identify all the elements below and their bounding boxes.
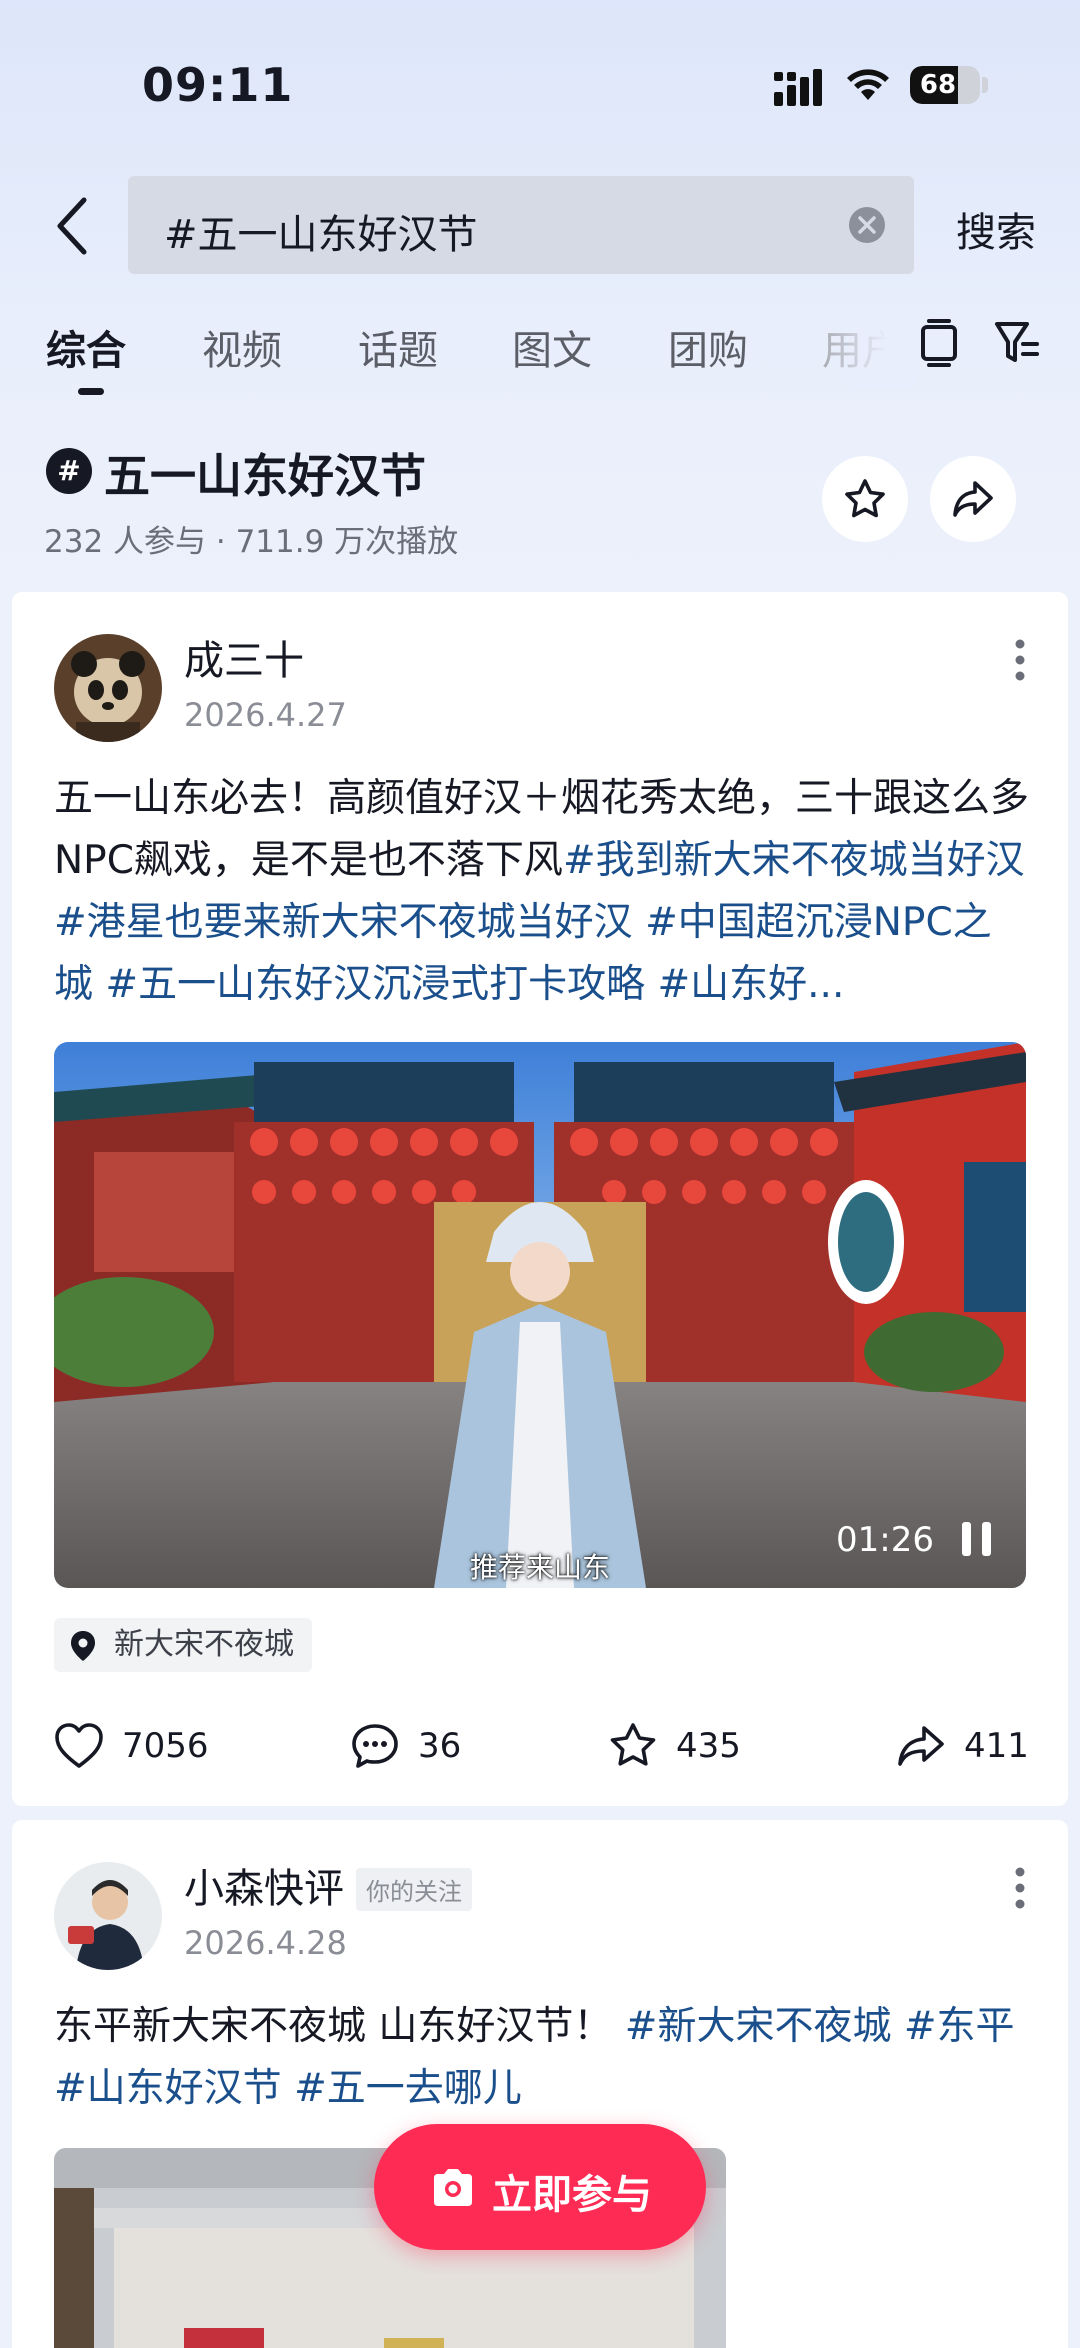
comment-icon [352, 1724, 398, 1768]
join-now-label: 立即参与 [492, 2172, 652, 2218]
back-arrow-icon[interactable] [48, 192, 98, 260]
topic-title: 五一山东好汉节 [104, 449, 426, 503]
layout-toggle-icon[interactable] [916, 318, 962, 368]
search-button[interactable]: 搜索 [956, 200, 1036, 258]
favorite-topic-button[interactable] [822, 456, 908, 542]
post-date: 2026.4.27 [184, 696, 347, 734]
hashtag-icon: # [46, 448, 92, 494]
star-icon [845, 479, 885, 518]
share-topic-button[interactable] [930, 456, 1016, 542]
status-bar: 09:11 68 [0, 0, 1080, 150]
tab-topic[interactable]: 话题 [358, 318, 438, 376]
like-count: 7056 [122, 1726, 209, 1766]
video-player[interactable]: 推荐来山东 01:26 [54, 1042, 1026, 1588]
location-tag[interactable]: 新大宋不夜城 [54, 1618, 312, 1672]
camera-icon [434, 2169, 472, 2206]
post-card[interactable]: 小森快评 你的关注 2026.4.28 东平新大宋不夜城 山东好汉节！ #新大宋… [12, 1820, 1068, 2348]
share-icon [953, 481, 993, 517]
person-avatar-image [54, 1862, 162, 1970]
author-name[interactable]: 成三十 [184, 628, 304, 686]
cellular-signal-icon [774, 69, 822, 106]
heart-icon [55, 1723, 103, 1768]
favorite-count: 435 [676, 1726, 741, 1766]
battery-cap [982, 77, 988, 93]
clear-search-icon[interactable] [848, 206, 886, 244]
tab-group-buy[interactable]: 团购 [668, 318, 748, 376]
pause-icon[interactable] [960, 1520, 994, 1558]
topic-stats: 232 人参与 · 711.9 万次播放 [44, 524, 459, 560]
video-timestamp: 01:26 [836, 1520, 934, 1560]
post-body: 东平新大宋不夜城 山东好汉节！ [54, 2004, 613, 2049]
location-name: 新大宋不夜城 [114, 1627, 294, 1662]
wifi-icon [847, 69, 889, 100]
search-input[interactable]: #五一山东好汉节 [128, 176, 914, 274]
battery-icon: 68 [910, 66, 980, 104]
post-card[interactable]: 成三十 2026.4.27 五一山东必去！高颜值好汉＋烟花秀太绝，三十跟这么多N… [12, 592, 1068, 1806]
following-badge: 你的关注 [356, 1868, 472, 1911]
comment-count: 36 [418, 1726, 462, 1766]
more-options-icon[interactable] [1014, 1866, 1026, 1910]
share-count: 411 [964, 1726, 1029, 1766]
filter-icon[interactable] [994, 318, 1040, 368]
post-text[interactable]: 东平新大宋不夜城 山东好汉节！ #新大宋不夜城 #东平 #山东好汉节 #五一去哪… [54, 1996, 1029, 2120]
star-icon [610, 1723, 656, 1766]
active-tab-indicator [78, 388, 104, 395]
video-thumbnail-image [54, 1042, 1026, 1588]
tab-image-text[interactable]: 图文 [512, 318, 592, 376]
tab-comprehensive[interactable]: 综合 [46, 318, 126, 376]
author-name[interactable]: 小森快评 [184, 1856, 344, 1914]
avatar[interactable] [54, 634, 162, 742]
location-pin-icon [71, 1631, 95, 1661]
tab-fade-overlay [820, 318, 916, 388]
more-options-icon[interactable] [1014, 638, 1026, 682]
tab-video[interactable]: 视频 [202, 318, 282, 376]
share-icon [898, 1726, 944, 1766]
status-time: 09:11 [142, 58, 294, 112]
post-date: 2026.4.28 [184, 1924, 347, 1962]
avatar[interactable] [54, 1862, 162, 1970]
panda-avatar-image [54, 634, 162, 742]
battery-percentage: 68 [919, 70, 957, 100]
post-text[interactable]: 五一山东必去！高颜值好汉＋烟花秀太绝，三十跟这么多NPC飙戏，是不是也不落下风#… [54, 768, 1029, 1016]
join-now-button[interactable]: 立即参与 [374, 2124, 706, 2250]
search-query-text: #五一山东好汉节 [164, 212, 478, 258]
